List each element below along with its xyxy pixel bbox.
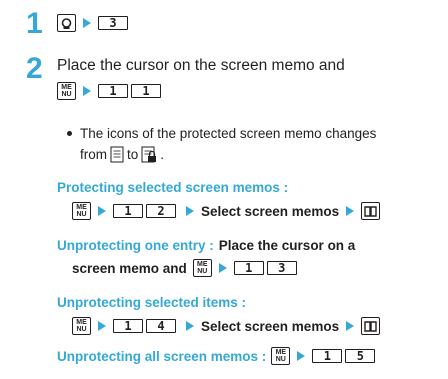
camera-key-icon [57,14,76,32]
arrow-icon [346,206,355,216]
key-2: 2 [146,204,176,218]
key-1: 1 [98,84,128,98]
bullet-to-text: to [127,147,139,162]
arrow-icon [218,263,227,273]
arrow-icon [98,321,106,331]
step-2-text: Place the cursor on the screen memo and [57,57,345,74]
select-memos-text: Select screen memos [201,318,340,334]
key-1: 1 [113,204,143,218]
menu-key-icon: ME NU [72,317,91,335]
key-1: 1 [113,319,143,333]
step-2-number: 2 [26,52,43,85]
unprotect-selected-label: Unprotecting selected items : [57,295,246,310]
menu-key-icon: ME NU [192,259,212,277]
key-3: 3 [98,16,128,30]
key-4: 4 [146,319,176,333]
bullet-note-line1: The icons of the protected screen memo c… [67,126,376,141]
arrow-icon [297,351,306,361]
menu-key-icon: ME NU [57,82,76,100]
arrow-icon [98,206,106,216]
unprotect-all-line: Unprotecting all screen memos : ME NU 1 5 [57,345,378,367]
key-3: 3 [266,261,297,275]
unprotect-one-text2: screen memo and [72,260,187,276]
unprotect-one-line2: screen memo and ME NU 1 3 [72,257,300,279]
step-1-instructions: 3 [57,12,131,34]
key-1: 1 [131,84,161,98]
bullet-text: The icons of the protected screen memo c… [80,126,377,141]
step-2-keys: ME NU 1 1 [57,80,164,102]
arrow-icon [346,321,355,331]
menu-key-icon: ME NU [271,347,291,365]
step-1-number: 1 [26,7,43,40]
key-1: 1 [312,349,343,363]
bullet-note-line2: from to . [80,146,165,163]
protected-memo-icon [141,146,157,163]
unprotect-one-title: Unprotecting one entry : [57,238,214,253]
step-2-line1: Place the cursor on the screen memo and [57,57,345,75]
key-5: 5 [345,349,376,363]
arrow-icon [83,86,91,96]
unprotect-selected-title: Unprotecting selected items : [57,295,247,310]
book-key-icon [361,317,381,335]
bullet-icon [67,131,72,136]
arrow-icon [83,18,91,28]
protect-selected-keys: ME NU 1 2 Select screen memos [72,200,381,222]
book-key-icon [361,202,381,220]
protect-selected-label: Protecting selected screen memos : [57,180,288,195]
unprotect-one-line1: Unprotecting one entry : Place the curso… [57,238,355,253]
unprotect-one-text1: Place the cursor on a [218,238,356,253]
unprotect-all-title: Unprotecting all screen memos : [57,348,267,364]
arrow-icon [186,321,194,331]
protect-selected-title: Protecting selected screen memos : [57,180,289,195]
menu-key-icon: ME NU [72,202,91,220]
select-memos-text: Select screen memos [201,203,340,219]
unprotect-selected-keys: ME NU 1 4 Select screen memos [72,315,381,337]
bullet-from-text: from [80,147,107,162]
memo-icon [110,146,124,163]
arrow-icon [186,206,194,216]
key-1: 1 [233,261,264,275]
